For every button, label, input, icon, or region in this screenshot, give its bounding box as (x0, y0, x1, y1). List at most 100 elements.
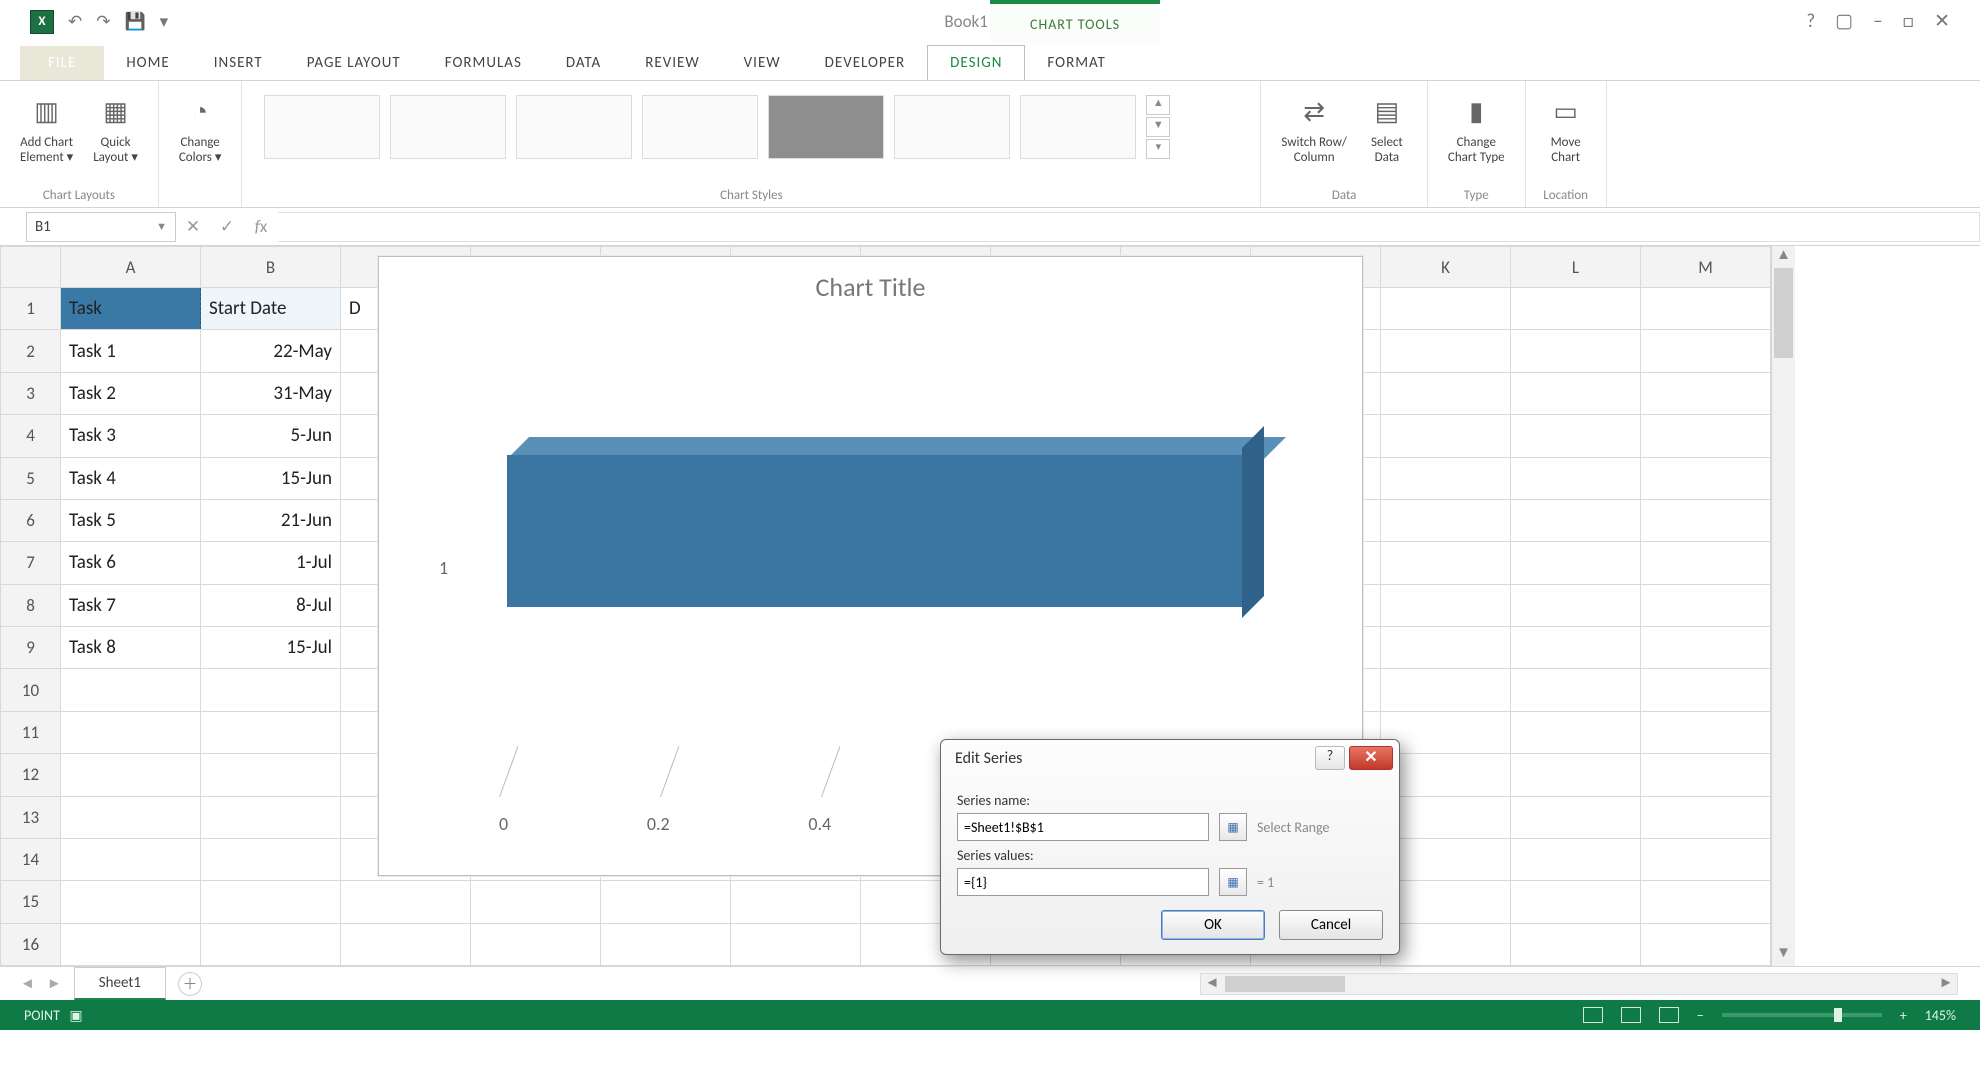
select-data-button[interactable]: ▤Select Data (1361, 87, 1413, 169)
row-header-16[interactable]: 16 (1, 923, 61, 965)
cell-C16[interactable] (341, 923, 471, 965)
cell-K11[interactable] (1381, 711, 1511, 753)
cell-L15[interactable] (1511, 881, 1641, 923)
series-values-range-picker[interactable]: ▦ (1219, 868, 1247, 896)
cell-B6[interactable]: 21-Jun (201, 499, 341, 541)
cell-K8[interactable] (1381, 584, 1511, 626)
gallery-more-icon[interactable]: ▾ (1146, 139, 1170, 159)
tab-insert[interactable]: INSERT (192, 46, 285, 80)
cell-A15[interactable] (61, 881, 201, 923)
zoom-level[interactable]: 145% (1925, 1007, 1956, 1024)
cell-M5[interactable] (1641, 457, 1771, 499)
tab-data[interactable]: DATA (544, 46, 623, 80)
change-colors-button[interactable]: ◔Change Colors ▾ (173, 87, 228, 169)
column-header-A[interactable]: A (61, 247, 201, 288)
cell-M16[interactable] (1641, 923, 1771, 965)
cell-A2[interactable]: Task 1 (61, 330, 201, 372)
row-header-10[interactable]: 10 (1, 669, 61, 711)
scroll-thumb[interactable] (1774, 268, 1793, 358)
row-header-7[interactable]: 7 (1, 542, 61, 584)
cell-A9[interactable]: Task 8 (61, 627, 201, 669)
switch-row-column-button[interactable]: ⇄Switch Row/ Column (1275, 87, 1353, 169)
cell-L7[interactable] (1511, 542, 1641, 584)
hscroll-thumb[interactable] (1225, 976, 1345, 992)
tab-formulas[interactable]: FORMULAS (423, 46, 544, 80)
select-all-corner[interactable] (1, 247, 61, 288)
column-header-L[interactable]: L (1511, 247, 1641, 288)
cell-B10[interactable] (201, 669, 341, 711)
hscroll-left-icon[interactable]: ◄ (1201, 974, 1223, 994)
cell-A8[interactable]: Task 7 (61, 584, 201, 626)
close-button[interactable]: ✕ (1934, 10, 1950, 33)
cell-M13[interactable] (1641, 796, 1771, 838)
cell-B4[interactable]: 5-Jun (201, 415, 341, 457)
row-header-4[interactable]: 4 (1, 415, 61, 457)
tab-view[interactable]: VIEW (722, 46, 803, 80)
dialog-close-button[interactable]: ✕ (1349, 746, 1393, 770)
tab-home[interactable]: HOME (104, 46, 191, 80)
data-bar[interactable] (507, 437, 1242, 607)
macro-record-icon[interactable]: ▣ (69, 1007, 82, 1024)
cell-K14[interactable] (1381, 838, 1511, 880)
cell-B8[interactable]: 8-Jul (201, 584, 341, 626)
series-values-input[interactable] (957, 868, 1209, 896)
cell-L6[interactable] (1511, 499, 1641, 541)
cell-K4[interactable] (1381, 415, 1511, 457)
row-header-2[interactable]: 2 (1, 330, 61, 372)
row-header-8[interactable]: 8 (1, 584, 61, 626)
chart-title[interactable]: Chart Title (379, 257, 1362, 317)
zoom-out-button[interactable]: − (1697, 1007, 1704, 1024)
column-header-B[interactable]: B (201, 247, 341, 288)
cell-B11[interactable] (201, 711, 341, 753)
cell-A4[interactable]: Task 3 (61, 415, 201, 457)
tab-review[interactable]: REVIEW (623, 46, 721, 80)
cell-A3[interactable]: Task 2 (61, 372, 201, 414)
chart-style-7[interactable] (1020, 95, 1136, 159)
help-button[interactable]: ? (1806, 10, 1815, 33)
row-header-13[interactable]: 13 (1, 796, 61, 838)
quick-layout-button[interactable]: ▦Quick Layout ▾ (87, 87, 144, 169)
chart-styles-gallery[interactable]: ▲ ▼ ▾ (256, 87, 1246, 167)
cell-L9[interactable] (1511, 627, 1641, 669)
row-header-11[interactable]: 11 (1, 711, 61, 753)
zoom-in-button[interactable]: + (1900, 1007, 1907, 1024)
cell-A10[interactable] (61, 669, 201, 711)
cell-A11[interactable] (61, 711, 201, 753)
chart-style-3[interactable] (516, 95, 632, 159)
cell-K2[interactable] (1381, 330, 1511, 372)
tab-page-layout[interactable]: PAGE LAYOUT (285, 46, 423, 80)
cell-K6[interactable] (1381, 499, 1511, 541)
maximize-button[interactable]: □ (1903, 10, 1914, 33)
cell-M15[interactable] (1641, 881, 1771, 923)
scroll-up-icon[interactable]: ▲ (1772, 246, 1795, 268)
cell-B15[interactable] (201, 881, 341, 923)
ribbon-options-button[interactable]: ▢ (1835, 10, 1853, 33)
ok-button[interactable]: OK (1161, 910, 1265, 940)
add-sheet-button[interactable]: ＋ (178, 972, 202, 996)
cell-M3[interactable] (1641, 372, 1771, 414)
cell-L16[interactable] (1511, 923, 1641, 965)
cell-E15[interactable] (601, 881, 731, 923)
cell-A5[interactable]: Task 4 (61, 457, 201, 499)
column-header-M[interactable]: M (1641, 247, 1771, 288)
sheet-tab-sheet1[interactable]: Sheet1 (74, 967, 166, 1000)
tab-format[interactable]: FORMAT (1025, 46, 1127, 80)
cell-A12[interactable] (61, 754, 201, 796)
row-header-5[interactable]: 5 (1, 457, 61, 499)
cell-C15[interactable] (341, 881, 471, 923)
hscroll-right-icon[interactable]: ► (1935, 974, 1957, 994)
cell-M2[interactable] (1641, 330, 1771, 372)
cell-D16[interactable] (471, 923, 601, 965)
cell-F15[interactable] (731, 881, 861, 923)
cell-B9[interactable]: 15-Jul (201, 627, 341, 669)
cell-K13[interactable] (1381, 796, 1511, 838)
row-header-15[interactable]: 15 (1, 881, 61, 923)
row-header-3[interactable]: 3 (1, 372, 61, 414)
cell-K7[interactable] (1381, 542, 1511, 584)
cell-A13[interactable] (61, 796, 201, 838)
enter-formula-button[interactable]: ✓ (210, 216, 244, 237)
zoom-slider[interactable] (1722, 1013, 1882, 1017)
cell-K12[interactable] (1381, 754, 1511, 796)
row-header-14[interactable]: 14 (1, 838, 61, 880)
cell-A14[interactable] (61, 838, 201, 880)
